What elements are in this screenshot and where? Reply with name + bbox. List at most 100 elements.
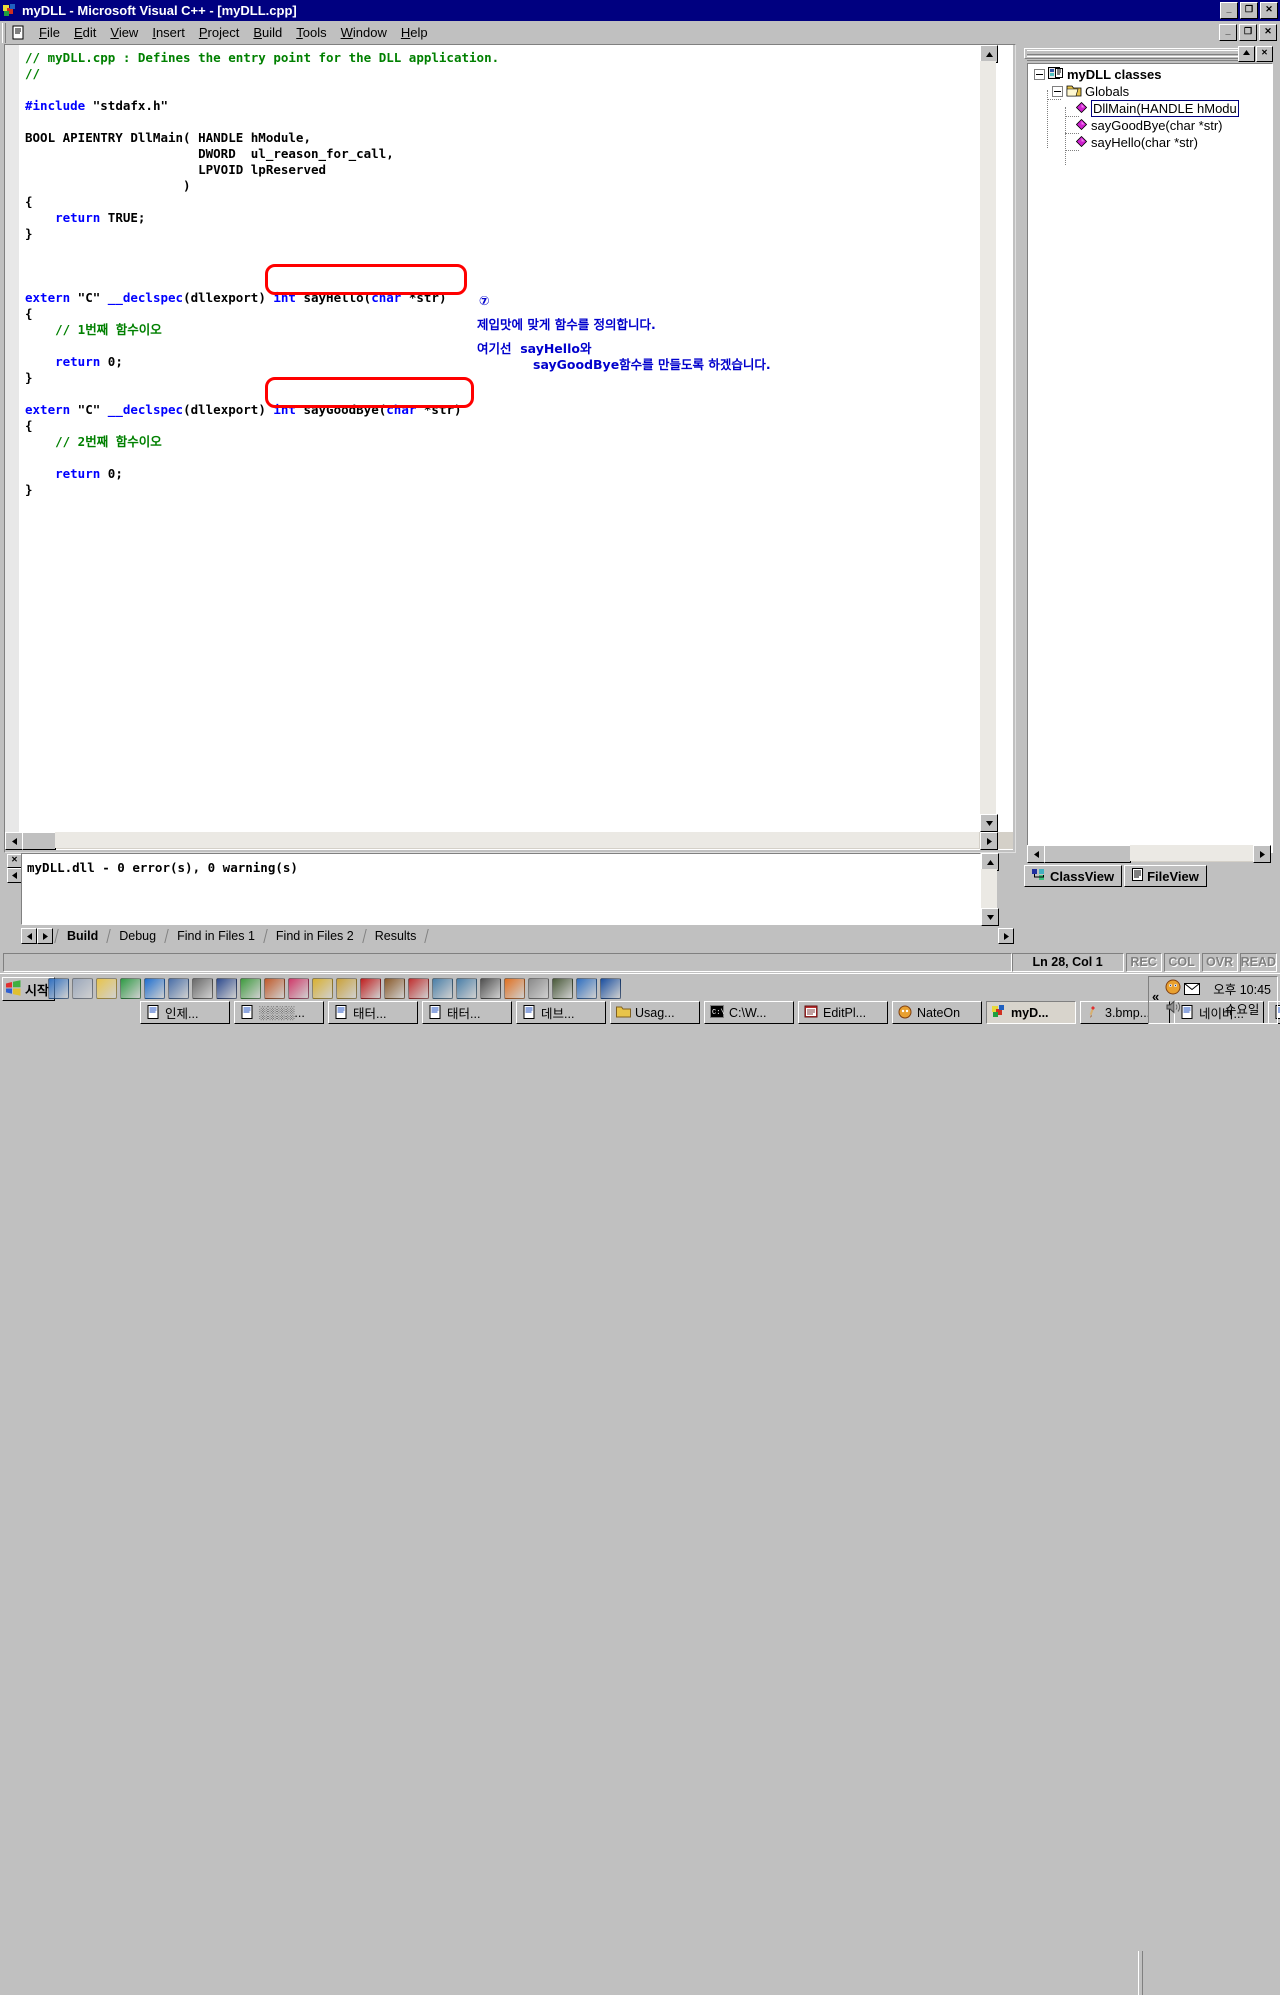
workspace-collapse-button[interactable] xyxy=(1238,46,1255,62)
green-disc-icon[interactable] xyxy=(240,977,261,999)
close-button[interactable]: ✕ xyxy=(1260,2,1278,19)
quick-launch-bar[interactable] xyxy=(48,976,621,1000)
tree-node-sayhello[interactable]: sayHello(char *str) xyxy=(1075,134,1198,151)
balloons-icon[interactable] xyxy=(288,977,309,999)
menu-item-build[interactable]: Build xyxy=(246,23,289,42)
mdi-close-button[interactable]: ✕ xyxy=(1259,24,1277,41)
minimize-button[interactable]: _ xyxy=(1220,2,1238,19)
ie-icon[interactable] xyxy=(48,977,69,999)
tools-icon[interactable] xyxy=(336,977,357,999)
menu-item-window[interactable]: Window xyxy=(334,23,394,42)
tree-node-mydll-classes[interactable]: myDLL classes xyxy=(1034,66,1161,83)
media-icon[interactable] xyxy=(168,977,189,999)
flask-icon[interactable] xyxy=(432,977,453,999)
classview-tree[interactable]: myDLL classes Globals DllMain(HANDLE hMo… xyxy=(1027,63,1273,853)
workspace-scroll-left-icon[interactable] xyxy=(1027,845,1045,863)
code-token: "C" xyxy=(70,402,108,417)
output-vscroll-track[interactable] xyxy=(981,869,997,910)
screen-icon[interactable] xyxy=(72,977,93,999)
blue-square-icon[interactable] xyxy=(216,977,237,999)
taskbar-button[interactable]: C:\ C:\W... xyxy=(704,1001,794,1024)
editor-hscroll-track[interactable] xyxy=(55,832,979,848)
tree-expander-minus-icon[interactable] xyxy=(1034,69,1045,80)
workspace-hscroll-track[interactable] xyxy=(1130,845,1254,861)
menu-item-view[interactable]: View xyxy=(103,23,145,42)
editor-hscroll-thumb[interactable] xyxy=(22,832,56,850)
taskbar-button[interactable]: 태터... xyxy=(328,1001,418,1024)
mdi-restore-button[interactable]: ❐ xyxy=(1239,24,1257,41)
cpp-icon[interactable] xyxy=(600,977,621,999)
book-red-icon[interactable] xyxy=(408,977,429,999)
menu-drag-grip[interactable] xyxy=(2,23,9,59)
scroll-down-arrow-icon[interactable] xyxy=(980,814,998,832)
editor-horizontal-scrollbar[interactable] xyxy=(5,832,1013,850)
menu-item-file[interactable]: File xyxy=(32,23,67,42)
taskbar-button[interactable]: EditPl... xyxy=(798,1001,888,1024)
tab-classview[interactable]: ClassView xyxy=(1024,865,1123,887)
tree-node-globals[interactable]: Globals xyxy=(1052,83,1129,100)
tray-clock[interactable]: 오후 10:45 수요일 xyxy=(1213,980,1271,1020)
editor-vertical-scrollbar[interactable] xyxy=(980,45,998,832)
menu-item-help[interactable]: Help xyxy=(394,23,435,42)
volume-icon[interactable] xyxy=(1165,999,1200,1018)
output-tab-debug[interactable]: Debug xyxy=(109,928,166,945)
scroll-left-arrow-icon[interactable] xyxy=(5,832,23,850)
network-icon[interactable] xyxy=(456,977,477,999)
code-editor-surface[interactable]: // myDLL.cpp : Defines the entry point f… xyxy=(5,45,1013,850)
menu-item-tools[interactable]: Tools xyxy=(289,23,333,42)
mail-icon[interactable] xyxy=(1184,983,1201,998)
key-icon[interactable] xyxy=(312,977,333,999)
workspace-horizontal-scrollbar[interactable] xyxy=(1027,845,1271,863)
camera-icon[interactable] xyxy=(528,977,549,999)
output-tabbar-scroll-right-icon[interactable] xyxy=(998,928,1014,944)
ie-blue-icon[interactable] xyxy=(144,977,165,999)
workspace-close-button[interactable]: ✕ xyxy=(1256,46,1273,62)
output-close-button[interactable]: ✕ xyxy=(7,854,22,868)
tab-fileview[interactable]: FileView xyxy=(1124,865,1207,887)
music-note-icon[interactable] xyxy=(192,977,213,999)
taskbar-button[interactable]: ░░░░... xyxy=(234,1001,324,1024)
output-tab-scroll-left-icon[interactable] xyxy=(21,928,37,944)
output-tab-scroll-right-icon[interactable] xyxy=(37,928,53,944)
output-tab-results[interactable]: Results xyxy=(365,928,427,945)
orange-ball-icon[interactable] xyxy=(504,977,525,999)
tree-expander-minus-icon[interactable] xyxy=(1052,86,1063,97)
messenger-icon[interactable] xyxy=(1165,979,1181,998)
tree-node-saygoodbye[interactable]: sayGoodBye(char *str) xyxy=(1075,117,1223,134)
character-icon[interactable] xyxy=(264,977,285,999)
workspace-hscroll-thumb[interactable] xyxy=(1044,845,1131,863)
workspace-scroll-right-icon[interactable] xyxy=(1253,845,1271,863)
taskbar-button[interactable]: myD... xyxy=(986,1001,1076,1024)
taskbar-button[interactable]: 인제... xyxy=(140,1001,230,1024)
editor-vscroll-track[interactable] xyxy=(980,61,996,816)
taskbar-button[interactable]: NateOn xyxy=(892,1001,982,1024)
person-icon[interactable] xyxy=(552,977,573,999)
taskbar-button[interactable]: Usag... xyxy=(610,1001,700,1024)
folder-yellow-icon[interactable] xyxy=(96,977,117,999)
box-icon[interactable] xyxy=(384,977,405,999)
taskbar-button[interactable]: 데브... xyxy=(516,1001,606,1024)
output-tab-find-in-files-1[interactable]: Find in Files 1 xyxy=(167,928,265,945)
output-vertical-scrollbar[interactable] xyxy=(981,853,999,926)
vcpp-icon[interactable] xyxy=(360,977,381,999)
menu-item-project[interactable]: Project xyxy=(192,23,246,42)
output-text[interactable]: myDLL.dll - 0 error(s), 0 warning(s) xyxy=(21,853,981,925)
tray-chevron-icon[interactable]: « xyxy=(1152,989,1159,1004)
maximize-button[interactable]: ❐ xyxy=(1240,2,1258,19)
workspace-drag-grip[interactable] xyxy=(1024,48,1244,61)
output-scroll-up-icon[interactable] xyxy=(7,868,22,883)
taskbar-button[interactable]: 태터... xyxy=(422,1001,512,1024)
editor-selection-margin[interactable] xyxy=(5,45,19,850)
output-tab-find-in-files-2[interactable]: Find in Files 2 xyxy=(266,928,364,945)
output-tab-build[interactable]: Build xyxy=(57,928,108,945)
chess-icon[interactable] xyxy=(480,977,501,999)
start-button[interactable]: 시작 xyxy=(2,977,55,1001)
mdi-minimize-button[interactable]: _ xyxy=(1219,24,1237,41)
tree-node-dllmain[interactable]: DllMain(HANDLE hModu xyxy=(1075,100,1239,117)
globe-green-icon[interactable] xyxy=(120,977,141,999)
menu-item-edit[interactable]: Edit xyxy=(67,23,103,42)
output-vscroll-down-icon[interactable] xyxy=(981,908,999,926)
ie2-icon[interactable] xyxy=(576,977,597,999)
menu-item-insert[interactable]: Insert xyxy=(145,23,192,42)
scroll-right-arrow-icon[interactable] xyxy=(980,832,998,850)
